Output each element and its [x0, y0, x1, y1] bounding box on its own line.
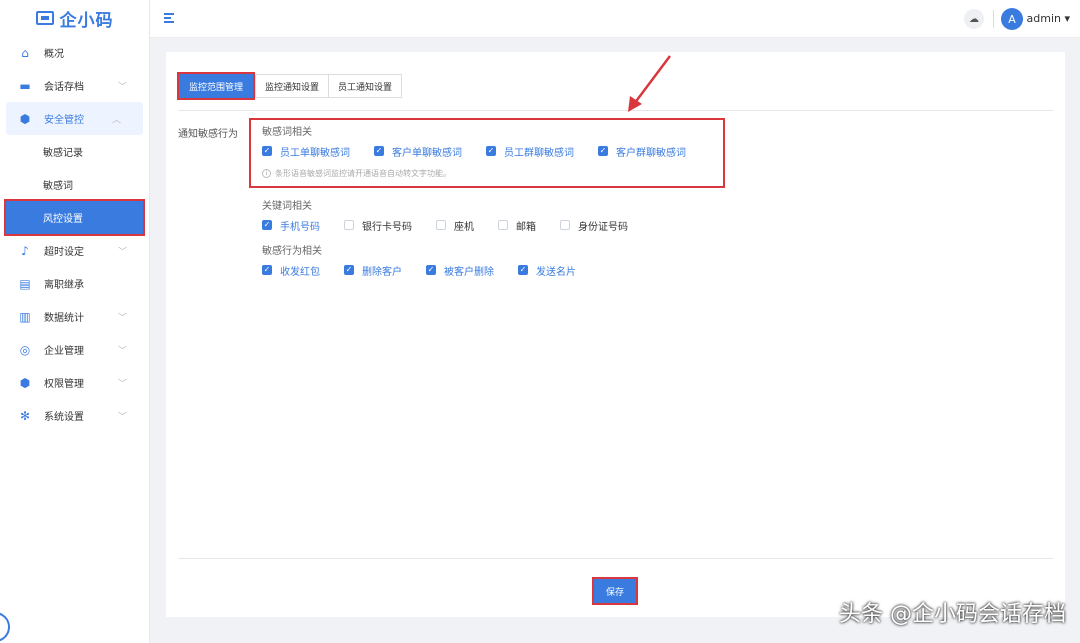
section-title: 关键词相关	[262, 201, 312, 212]
chevron-down-icon: ﹀	[117, 247, 127, 257]
checkbox-staff-single-chat[interactable]: ✓ 员工单聊敏感词	[262, 144, 350, 159]
chevron-down-icon: ﹀	[117, 412, 127, 422]
tab-monitor-scope[interactable]: 监控范围管理	[176, 72, 256, 100]
keywords-section: 关键词相关 ✓ 手机号码 银行卡号码 座机 邮箱 身份证号码	[262, 197, 722, 234]
checkbox-checked-icon: ✓	[486, 146, 496, 156]
sidebar-subitem-sensitive-words[interactable]: 敏感词	[0, 168, 149, 201]
checkbox-email[interactable]: 邮箱	[498, 218, 536, 233]
info-icon: i	[262, 169, 271, 178]
gear-icon: ✻	[19, 408, 31, 423]
behaviors-options: ✓ 收发红包 ✓ 删除客户 ✓ 被客户删除 ✓ 发送名片	[262, 261, 722, 279]
checkbox-unchecked-icon	[436, 220, 446, 230]
sidebar-item-security[interactable]: ⬢ 安全管控 ︿	[6, 102, 143, 135]
checkbox-bank-card[interactable]: 银行卡号码	[344, 218, 412, 233]
checkbox-checked-icon: ✓	[518, 265, 528, 275]
field-label: 通知敏感行为	[178, 129, 238, 140]
save-button[interactable]: 保存	[592, 577, 638, 605]
app-logo[interactable]: 企小码	[0, 0, 149, 36]
sidebar-item-permissions[interactable]: ⬢ 权限管理 ﹀	[0, 366, 149, 399]
sidebar-subitem-risk-settings[interactable]: 风控设置	[4, 199, 145, 236]
watermark: 头条 @企小码会话存档	[839, 602, 1066, 627]
logo-icon	[35, 11, 54, 25]
checkbox-checked-icon: ✓	[344, 265, 354, 275]
checkbox-red-packet[interactable]: ✓ 收发红包	[262, 263, 320, 278]
checkbox-unchecked-icon	[560, 220, 570, 230]
checkbox-staff-group-chat[interactable]: ✓ 员工群聊敏感词	[486, 144, 574, 159]
sensitive-words-section: 敏感词相关 ✓ 员工单聊敏感词 ✓ 客户单聊敏感词 ✓ 员工群聊敏感词 ✓ 客户…	[262, 123, 722, 179]
avatar[interactable]: A	[1001, 8, 1023, 30]
checkbox-unchecked-icon	[344, 220, 354, 230]
tab-monitor-notify[interactable]: 监控通知设置	[255, 74, 330, 98]
sidebar-item-overview[interactable]: ⌂ 概况	[0, 36, 149, 69]
chevron-down-icon: ﹀	[117, 313, 127, 323]
user-menu[interactable]: admin ▾	[1027, 12, 1071, 25]
settings-tabs: 监控范围管理 监控通知设置 员工通知设置	[176, 72, 403, 100]
chevron-down-icon: ﹀	[117, 346, 127, 356]
user-name: admin	[1026, 12, 1061, 25]
home-icon: ⌂	[21, 45, 29, 60]
caret-down-icon: ▾	[1064, 12, 1070, 25]
logo-text: 企小码	[59, 10, 114, 31]
sidebar-item-session-archive[interactable]: ▬ 会话存档 ﹀	[0, 69, 149, 102]
annotation-arrow-icon	[628, 55, 671, 112]
checkbox-checked-icon: ✓	[262, 146, 272, 156]
collapse-menu-icon[interactable]	[164, 13, 176, 23]
folder-icon: ▬	[19, 78, 31, 93]
sidebar-subitem-sensitive-records[interactable]: 敏感记录	[0, 135, 149, 168]
checkbox-phone-number[interactable]: ✓ 手机号码	[262, 218, 320, 233]
chevron-down-icon: ﹀	[117, 82, 127, 92]
sidebar-menu: ⌂ 概况 ▬ 会话存档 ﹀ ⬢ 安全管控 ︿ 敏感记录 敏感词 风控设置 ♪ 超…	[0, 36, 149, 432]
lock-icon: ⬢	[19, 375, 31, 390]
voice-hint: i 条形语音敏感词监控请开通语音自动转文字功能。	[262, 168, 722, 179]
checkbox-delete-customer[interactable]: ✓ 删除客户	[344, 263, 402, 278]
top-header: ☁ A admin ▾	[150, 0, 1080, 38]
checkbox-checked-icon: ✓	[262, 220, 272, 230]
checkbox-checked-icon: ✓	[426, 265, 436, 275]
org-icon: ◎	[19, 342, 31, 357]
settings-card: 监控范围管理 监控通知设置 员工通知设置 通知敏感行为 敏感词相关 ✓ 员工单聊…	[166, 52, 1065, 617]
tab-staff-notify[interactable]: 员工通知设置	[328, 74, 403, 98]
tabs-divider	[178, 110, 1053, 111]
checkbox-send-card[interactable]: ✓ 发送名片	[518, 263, 576, 278]
sidebar-item-timeout[interactable]: ♪ 超时设定 ﹀	[0, 234, 149, 267]
cloud-upload-icon[interactable]: ☁	[964, 9, 984, 29]
section-title: 敏感行为相关	[262, 246, 322, 257]
keywords-options: ✓ 手机号码 银行卡号码 座机 邮箱 身份证号码	[262, 216, 722, 234]
checkbox-customer-group-chat[interactable]: ✓ 客户群聊敏感词	[598, 144, 686, 159]
sidebar-item-system-settings[interactable]: ✻ 系统设置 ﹀	[0, 399, 149, 432]
behaviors-section: 敏感行为相关 ✓ 收发红包 ✓ 删除客户 ✓ 被客户删除 ✓ 发送名片	[262, 242, 722, 279]
header-divider	[993, 10, 994, 28]
transfer-icon: ▤	[19, 276, 31, 291]
sidebar-item-enterprise[interactable]: ◎ 企业管理 ﹀	[0, 333, 149, 366]
checkbox-id-card[interactable]: 身份证号码	[560, 218, 628, 233]
chevron-up-icon: ︿	[111, 115, 121, 125]
chart-icon: ▥	[19, 309, 31, 324]
section-title: 敏感词相关	[262, 127, 312, 138]
checkbox-checked-icon: ✓	[374, 146, 384, 156]
checkbox-deleted-by-customer[interactable]: ✓ 被客户删除	[426, 263, 494, 278]
checkbox-checked-icon: ✓	[262, 265, 272, 275]
bell-icon: ♪	[21, 243, 29, 258]
sensitive-words-options: ✓ 员工单聊敏感词 ✓ 客户单聊敏感词 ✓ 员工群聊敏感词 ✓ 客户群聊敏感词	[262, 142, 722, 160]
shield-icon: ⬢	[19, 111, 31, 126]
chevron-down-icon: ﹀	[117, 379, 127, 389]
checkbox-checked-icon: ✓	[598, 146, 608, 156]
checkbox-customer-single-chat[interactable]: ✓ 客户单聊敏感词	[374, 144, 462, 159]
sidebar-item-resignation[interactable]: ▤ 离职继承	[0, 267, 149, 300]
checkbox-unchecked-icon	[498, 220, 508, 230]
checkbox-landline[interactable]: 座机	[436, 218, 474, 233]
sidebar-item-statistics[interactable]: ▥ 数据统计 ﹀	[0, 300, 149, 333]
footer-divider	[178, 558, 1053, 559]
sidebar: 企小码 ⌂ 概况 ▬ 会话存档 ﹀ ⬢ 安全管控 ︿ 敏感记录 敏感词 风控设置…	[0, 0, 150, 643]
